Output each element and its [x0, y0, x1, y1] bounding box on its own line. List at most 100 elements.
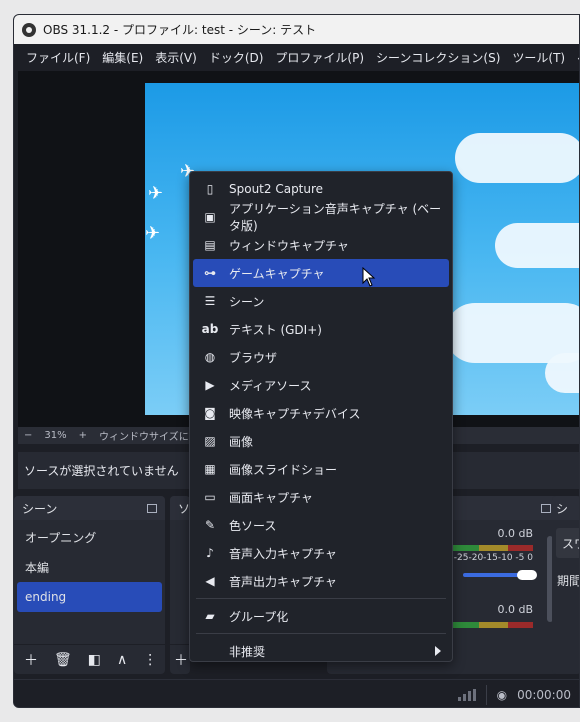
add-source-button[interactable]: ＋ — [174, 650, 188, 670]
menu-item-label: 画像 — [229, 434, 254, 449]
sources-dock-header: ソ — [170, 496, 190, 520]
no-source-selected-text: ソースが選択されていません — [24, 464, 179, 478]
mouse-cursor-icon — [362, 267, 376, 287]
menu-item-image-slideshow[interactable]: ▦ 画像スライドショー — [193, 455, 449, 483]
menu-item-color-source[interactable]: ✎ 色ソース — [193, 511, 449, 539]
record-status-icon: ◉ — [496, 687, 508, 702]
remove-scene-button[interactable]: 🗑 — [54, 652, 72, 668]
menu-item-label: 音声入力キャプチャ — [229, 546, 337, 561]
speaker-icon: ◀ — [205, 574, 215, 588]
brush-icon: ✎ — [204, 518, 216, 532]
duration-label: 期間 — [557, 574, 580, 588]
status-bar: ◉ 00:00:00 — [14, 679, 579, 707]
text-icon: ab — [201, 322, 219, 336]
cloud-shape — [545, 353, 579, 393]
camera-icon: ◙ — [204, 406, 216, 420]
menu-item-label: Spout2 Capture — [229, 182, 324, 196]
play-icon: ▶ — [205, 378, 215, 392]
window-icon: ▤ — [204, 238, 216, 252]
menu-item-label: 色ソース — [229, 518, 277, 533]
volume-slider-handle[interactable] — [517, 570, 537, 580]
menu-item-label: 画像スライドショー — [229, 462, 338, 477]
undock-icon[interactable] — [541, 503, 551, 513]
add-scene-button[interactable]: ＋ — [24, 650, 38, 670]
scene-item-ending[interactable]: ending — [17, 582, 162, 612]
menu-file[interactable]: ファイル(F) — [20, 49, 96, 66]
menu-separator — [196, 598, 446, 599]
menu-item-window-capture[interactable]: ▤ ウィンドウキャプチャ — [193, 231, 449, 259]
scene-label: 本編 — [25, 560, 50, 575]
menu-item-game-capture[interactable]: ⊶ ゲームキャプチャ — [193, 259, 449, 287]
menu-item-audio-input-capture[interactable]: ♪ 音声入力キャプチャ — [193, 539, 449, 567]
scenes-dock-title: シーン — [22, 501, 58, 516]
move-scene-up-button[interactable]: ∧ — [117, 652, 127, 668]
transitions-dock-title: シ — [556, 501, 569, 516]
menu-item-image[interactable]: ▨ 画像 — [193, 427, 449, 455]
status-divider — [485, 684, 487, 705]
menu-item-label: シーン — [229, 294, 265, 309]
menu-item-label: ゲームキャプチャ — [229, 266, 325, 281]
scene-label: オープニング — [25, 530, 97, 545]
zoom-in-button[interactable]: + — [79, 430, 87, 441]
menu-item-text-gdi[interactable]: ab テキスト (GDI+) — [193, 315, 449, 343]
slideshow-icon: ▦ — [204, 462, 216, 476]
menu-item-browser[interactable]: ◍ ブラウザ — [193, 343, 449, 371]
menu-bar: ファイル(F) 編集(E) 表示(V) ドック(D) プロファイル(P) シーン… — [14, 44, 579, 70]
cloud-shape — [495, 223, 579, 268]
menu-item-app-audio-capture[interactable]: ▣ アプリケーション音声キャプチャ (ベータ版) — [193, 202, 449, 233]
menu-profile[interactable]: プロファイル(P) — [269, 49, 370, 66]
menu-item-label: アプリケーション音声キャプチャ (ベータ版) — [229, 202, 442, 233]
menu-tools[interactable]: ツール(T) — [506, 49, 571, 66]
gamepad-icon: ⊶ — [204, 266, 216, 280]
menu-view[interactable]: 表示(V) — [149, 49, 203, 66]
menu-separator — [196, 633, 446, 634]
fit-to-window-button[interactable]: ウィンドウサイズにス — [99, 428, 199, 443]
transition-select[interactable]: スワ — [556, 528, 579, 558]
scene-item-opening[interactable]: オープニング — [14, 522, 165, 552]
record-time: 00:00:00 — [517, 687, 571, 702]
scenes-toolbar: ＋ 🗑 ◧ ∧ ⋮ — [14, 644, 165, 674]
network-strength-icon — [457, 688, 476, 701]
menu-item-deprecated[interactable]: 非推奨 — [193, 637, 449, 665]
obs-logo-icon — [22, 22, 36, 37]
menu-item-label: 非推奨 — [229, 644, 266, 659]
menu-item-label: ブラウザ — [229, 350, 278, 365]
menu-edit[interactable]: 編集(E) — [96, 49, 149, 66]
volume-meter — [443, 622, 533, 628]
scene-filters-button[interactable]: ◧ — [88, 652, 101, 668]
globe-icon: ◍ — [204, 350, 216, 364]
scene-item-main[interactable]: 本編 — [14, 552, 165, 582]
zoom-level: 31% — [44, 430, 67, 441]
add-source-context-menu: ▯ Spout2 Capture ▣ アプリケーション音声キャプチャ (ベータ版) … — [189, 171, 453, 662]
menu-docks[interactable]: ドック(D) — [203, 49, 270, 66]
menu-item-spout2-capture[interactable]: ▯ Spout2 Capture — [193, 175, 449, 203]
seagull-icon: ✈ — [148, 183, 164, 204]
menu-item-video-capture-device[interactable]: ◙ 映像キャプチャデバイス — [193, 399, 449, 427]
app-audio-icon: ▣ — [204, 210, 216, 224]
volume-meter — [443, 545, 533, 551]
menu-item-scene[interactable]: ☰ シーン — [193, 287, 449, 315]
mixer-level-2: 0.0 dB — [497, 603, 533, 616]
sources-dock: ソ ＋ — [170, 496, 190, 674]
folder-icon: ▰ — [205, 609, 215, 623]
seagull-icon: ✈ — [145, 223, 161, 244]
undock-icon[interactable] — [147, 503, 157, 513]
monitor-icon: ▭ — [204, 490, 216, 504]
title-bar: OBS 31.1.2 - プロファイル: test - シーン: テスト — [14, 15, 579, 44]
mixer-level-1: 0.0 dB — [497, 527, 533, 540]
more-options-icon[interactable]: ⋮ — [143, 652, 157, 668]
menu-scene-collection[interactable]: シーンコレクション(S) — [370, 49, 506, 66]
zoom-out-button[interactable]: − — [24, 430, 32, 441]
menu-item-group[interactable]: ▰ グループ化 — [193, 602, 449, 630]
scenes-dock: シーン オープニング 本編 ending ＋ 🗑 ◧ ∧ ⋮ — [14, 496, 165, 674]
list-icon: ☰ — [204, 294, 216, 308]
menu-item-media-source[interactable]: ▶ メディアソース — [193, 371, 449, 399]
submenu-arrow-icon — [435, 646, 441, 656]
menu-item-audio-output-capture[interactable]: ◀ 音声出力キャプチャ — [193, 567, 449, 595]
menu-item-label: テキスト (GDI+) — [229, 322, 322, 337]
meter-scale: -25-20-15-10 -5 0 — [453, 553, 533, 563]
menu-item-label: 映像キャプチャデバイス — [229, 406, 361, 421]
menu-item-display-capture[interactable]: ▭ 画面キャプチャ — [193, 483, 449, 511]
cloud-shape — [455, 133, 579, 183]
menu-help[interactable]: ヘルプ(H) — [571, 49, 579, 66]
